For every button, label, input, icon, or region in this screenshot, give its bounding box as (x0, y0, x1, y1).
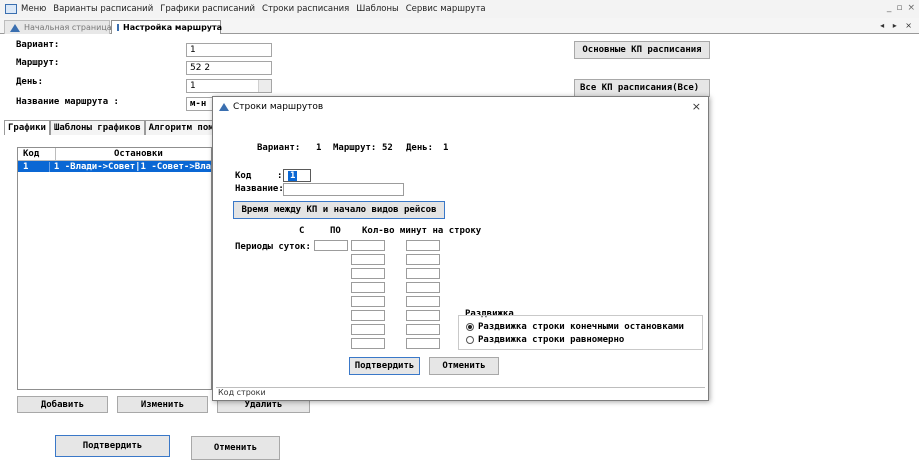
period-minutes-input[interactable] (406, 268, 440, 279)
info-variant-label: Вариант: (257, 143, 301, 153)
period-to-input[interactable] (351, 338, 385, 349)
window-controls: _ ▫ × (887, 3, 915, 13)
route-lines-list[interactable]: Код Остановки 1 1 -Влади->Совет|1 -Совет… (17, 147, 212, 390)
radio-spread-terminal-label: Раздвижка строки конечными остановками (478, 322, 684, 332)
dialog-title-bar: Строки маршрутов (213, 97, 708, 116)
app-icon (219, 102, 229, 111)
code-value: 1 (288, 171, 298, 181)
info-variant-value: 1 (316, 143, 322, 153)
code-input[interactable]: 1 (283, 169, 311, 182)
period-to-input[interactable] (351, 310, 385, 321)
list-header: Код Остановки (18, 148, 211, 161)
list-item-code: 1 (18, 161, 50, 172)
variant-label: Вариант: (16, 40, 60, 50)
cancel-button[interactable]: Отменить (191, 436, 280, 460)
info-day-label: День: (406, 143, 434, 153)
menu-item-menu[interactable]: Меню (21, 4, 46, 14)
minimize-icon[interactable]: _ (887, 3, 892, 13)
periods-label: Периоды суток: (235, 242, 311, 252)
tab-home-label: Начальная страница (24, 23, 112, 32)
period-minutes-input[interactable] (406, 282, 440, 293)
period-to-input[interactable] (351, 282, 385, 293)
menu-item-route-service[interactable]: Сервис маршрута (406, 4, 486, 14)
code-label: Код (235, 171, 252, 181)
info-day-value: 1 (443, 143, 449, 153)
period-minutes-input[interactable] (406, 296, 440, 307)
tab-home[interactable]: Начальная страница (4, 20, 112, 34)
inner-tabs: Графики Шаблоны графиков Алгоритм пом (4, 120, 218, 136)
period-minutes-input[interactable] (406, 254, 440, 265)
code-colon: : (277, 171, 283, 181)
radio-checked-icon (466, 323, 474, 331)
window-icon (5, 4, 17, 14)
name-input[interactable] (283, 183, 404, 196)
period-minutes-input[interactable] (406, 310, 440, 321)
add-button[interactable]: Добавить (17, 396, 108, 413)
dialog-title: Строки маршрутов (233, 101, 324, 112)
list-item-stops: 1 -Влади->Совет|1 -Совет->Вла (53, 161, 211, 172)
radio-spread-terminal[interactable]: Раздвижка строки конечными остановками (466, 322, 684, 332)
time-between-kp-button[interactable]: Время между КП и начало видов рейсов (233, 201, 445, 219)
restore-icon[interactable]: ▫ (896, 3, 902, 13)
column-header-stops[interactable]: Остановки (56, 148, 211, 160)
list-item[interactable]: 1 1 -Влади->Совет|1 -Совет->Вла (18, 161, 211, 172)
tab-algorithm[interactable]: Алгоритм пом (144, 120, 218, 135)
period-from-input[interactable] (314, 240, 348, 251)
route-name-label: Название маршрута : (16, 97, 119, 107)
name-label: Название: (235, 184, 284, 194)
edit-button[interactable]: Изменить (117, 396, 208, 413)
route-lines-dialog: Строки маршрутов × Вариант: 1 Маршрут: 5… (212, 96, 709, 401)
column-header-code[interactable]: Код (18, 148, 56, 160)
period-minutes-input[interactable] (406, 240, 440, 251)
menu-item-templates[interactable]: Шаблоны (356, 4, 398, 14)
radio-spread-uniform-label: Раздвижка строки равномерно (478, 335, 625, 345)
tab-graphs[interactable]: Графики (4, 120, 50, 135)
period-minutes-input[interactable] (406, 324, 440, 335)
route-field[interactable]: 52 2 (186, 61, 272, 75)
radio-unchecked-icon (466, 336, 474, 344)
column-header-from: С (299, 226, 305, 236)
main-kp-button[interactable]: Основные КП расписания (574, 41, 710, 59)
period-to-input[interactable] (351, 296, 385, 307)
tab-graph-templates[interactable]: Шаблоны графиков (49, 120, 145, 135)
route-label: Маршрут: (16, 58, 60, 68)
menu-item-schedule-variants[interactable]: Варианты расписаний (53, 4, 153, 14)
tab-nav-arrows[interactable]: ◂ ▸ × (880, 21, 915, 30)
info-route-label: Маршрут: (333, 143, 377, 153)
radio-spread-uniform[interactable]: Раздвижка строки равномерно (466, 335, 624, 345)
period-to-input[interactable] (351, 254, 385, 265)
menu-item-schedule-graphs[interactable]: Графики расписаний (160, 4, 255, 14)
period-to-input[interactable] (351, 240, 385, 251)
dialog-cancel-button[interactable]: Отменить (429, 357, 499, 375)
status-bar: Код строки (216, 387, 705, 398)
period-minutes-input[interactable] (406, 338, 440, 349)
all-kp-button[interactable]: Все КП расписания(Все) (574, 79, 710, 97)
period-to-input[interactable] (351, 268, 385, 279)
day-select[interactable]: 1 (186, 79, 272, 93)
tab-route-settings[interactable]: Настройка маршрута (111, 20, 223, 34)
variant-field[interactable]: 1 (186, 43, 272, 57)
confirm-button[interactable]: Подтвердить (55, 435, 170, 457)
menu-item-schedule-rows[interactable]: Строки расписания (262, 4, 349, 14)
day-label: День: (16, 77, 44, 87)
tab-route-settings-label: Настройка маршрута (123, 23, 223, 32)
period-to-input[interactable] (351, 324, 385, 335)
window-icon (117, 24, 119, 31)
column-header-minutes: Кол-во минут на строку (362, 226, 482, 236)
close-icon[interactable]: × (692, 100, 701, 113)
document-tabs: Начальная страница Настройка маршрута ◂ … (0, 18, 919, 34)
close-icon[interactable]: × (907, 3, 915, 13)
column-header-to: ПО (330, 226, 341, 236)
home-icon (10, 23, 20, 32)
info-route-value: 52 (382, 143, 393, 153)
dialog-confirm-button[interactable]: Подтвердить (349, 357, 420, 375)
menu-bar: Меню Варианты расписаний Графики расписа… (0, 0, 919, 18)
